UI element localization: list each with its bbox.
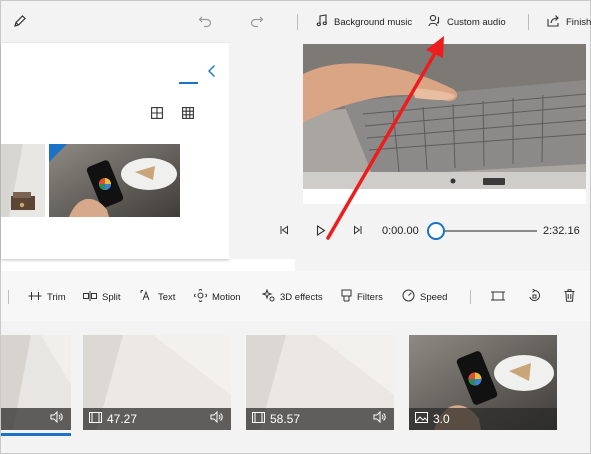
view-selected-indicator	[179, 82, 198, 84]
finish-video-button[interactable]: Finish	[547, 13, 591, 31]
film-strip-icon	[89, 412, 102, 426]
custom-audio-label: Custom audio	[447, 16, 506, 28]
text-icon	[140, 290, 153, 304]
resize-button[interactable]	[491, 290, 505, 304]
rotate-button[interactable]	[528, 288, 541, 305]
trim-button[interactable]: Trim	[28, 290, 66, 304]
seek-bar[interactable]	[436, 230, 537, 232]
play-icon[interactable]	[315, 224, 327, 236]
toolbar-divider	[528, 14, 529, 30]
clip-footer: 3.0	[409, 408, 557, 430]
trim-label: Trim	[47, 291, 66, 303]
delete-button[interactable]	[564, 289, 575, 305]
video-preview[interactable]	[303, 44, 586, 204]
clip-duration: 58.57	[270, 412, 301, 426]
undo-icon[interactable]	[197, 13, 213, 29]
small-grid-view-icon[interactable]	[182, 107, 196, 121]
speed-label: Speed	[420, 291, 448, 303]
custom-audio-button[interactable]: Custom audio	[428, 13, 506, 31]
video-letterbox	[303, 189, 586, 204]
filters-label: Filters	[357, 291, 383, 303]
selected-corner-marker	[49, 144, 67, 162]
storyboard-clip-card[interactable]	[1, 335, 71, 430]
large-grid-view-icon[interactable]	[151, 107, 165, 121]
image-icon	[415, 412, 428, 426]
trim-icon	[28, 291, 42, 304]
text-label: Text	[158, 291, 176, 303]
person-audio-icon	[428, 14, 441, 30]
split-icon	[83, 290, 97, 304]
music-note-icon	[316, 14, 328, 30]
resize-icon	[491, 290, 505, 305]
split-button[interactable]: Split	[83, 290, 120, 304]
filters-button[interactable]: Filters	[341, 289, 383, 305]
current-time: 0:00.00	[382, 225, 419, 237]
film-strip-icon	[252, 412, 265, 426]
seek-thumb[interactable]	[427, 222, 445, 240]
finish-label: Finish	[566, 16, 591, 28]
next-frame-icon[interactable]	[352, 224, 364, 236]
3d-effects-label: 3D effects	[280, 291, 323, 303]
clip-footer: 47.27	[83, 408, 231, 430]
text-button[interactable]: Text	[140, 290, 175, 304]
library-clip-thumbnail[interactable]	[1, 144, 45, 217]
speaker-icon	[373, 410, 387, 426]
selected-clip-indicator	[1, 433, 71, 436]
speaker-icon	[50, 410, 64, 426]
motion-button[interactable]: Motion	[193, 288, 241, 305]
speedometer-icon	[402, 289, 415, 305]
library-photo-thumbnail[interactable]	[49, 144, 180, 217]
clip-duration: 47.27	[107, 412, 138, 426]
toolbar-divider	[297, 14, 298, 30]
sparkle-icon	[261, 288, 275, 305]
trash-icon	[564, 289, 575, 305]
speaker-icon	[210, 410, 224, 426]
filters-icon	[341, 289, 352, 305]
clip-duration: 3.0	[433, 412, 450, 426]
storyboard-photo-card[interactable]: 3.0	[409, 335, 557, 430]
split-label: Split	[102, 291, 121, 303]
toolbar-divider	[470, 290, 471, 304]
share-export-icon	[547, 14, 560, 30]
pencil-icon[interactable]	[12, 13, 28, 29]
motion-label: Motion	[212, 291, 241, 303]
clip-footer: 58.57	[246, 408, 394, 430]
background-music-label: Background music	[334, 16, 413, 28]
rotate-icon	[528, 288, 541, 305]
speed-button[interactable]: Speed	[402, 289, 448, 305]
toolbar-divider	[8, 290, 9, 304]
redo-icon[interactable]	[249, 13, 265, 29]
storyboard-clip-card[interactable]: 47.27	[83, 335, 231, 430]
motion-icon	[193, 288, 208, 305]
video-frame	[303, 44, 586, 189]
3d-effects-button[interactable]: 3D effects	[261, 288, 323, 305]
background-music-button[interactable]: Background music	[316, 13, 412, 31]
chevron-left-icon[interactable]	[207, 64, 217, 81]
total-duration: 2:32.16	[543, 225, 580, 237]
previous-frame-icon[interactable]	[278, 224, 290, 236]
storyboard-clip-card[interactable]: 58.57	[246, 335, 394, 430]
project-library-panel	[1, 43, 229, 259]
